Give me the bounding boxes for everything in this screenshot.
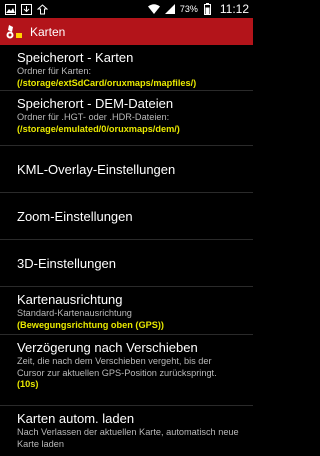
upload-notification-icon (36, 3, 48, 15)
wifi-icon (147, 3, 160, 15)
setting-kml-overlay[interactable]: KML-Overlay-Einstellungen (0, 146, 253, 193)
setting-title: 3D-Einstellungen (17, 255, 117, 271)
download-notification-icon (20, 3, 32, 15)
signal-icon (164, 3, 176, 15)
setting-3d[interactable]: 3D-Einstellungen (0, 240, 253, 287)
setting-title: Verzögerung nach Verschieben (17, 340, 198, 355)
settings-list: Speicherort - Karten Ordner für Karten: … (0, 45, 253, 456)
setting-value: (10s) (17, 379, 39, 389)
battery-percentage: 73% (179, 4, 198, 14)
image-notification-icon (4, 3, 16, 15)
setting-auto-load-maps[interactable]: Karten autom. laden Nach Verlassen der a… (0, 406, 253, 456)
setting-value: (/storage/emulated/0/oruxmaps/dem/) (17, 123, 180, 134)
setting-title: Kartenausrichtung (17, 292, 123, 307)
app-bar: Karten (0, 18, 253, 45)
setting-title: Zoom-Einstellungen (17, 208, 133, 224)
clock: 11:12 (219, 2, 249, 16)
setting-title: Speicherort - Karten (17, 50, 134, 65)
setting-summary: Nach Verlassen der aktuellen Karte, auto… (17, 427, 239, 449)
setting-zoom[interactable]: Zoom-Einstellungen (0, 193, 253, 240)
setting-dem-storage[interactable]: Speicherort - DEM-Dateien Ordner für .HG… (0, 91, 253, 146)
setting-map-storage[interactable]: Speicherort - Karten Ordner für Karten: … (0, 45, 253, 91)
setting-summary: Zeit, die nach dem Verschieben vergeht, … (17, 356, 217, 378)
setting-summary: Ordner für .HGT- oder .HDR-Dateien: (17, 112, 170, 122)
setting-title: Speicherort - DEM-Dateien (17, 96, 174, 111)
system-icons: 73% 11:12 (147, 2, 249, 16)
setting-value: (/storage/extSdCard/oruxmaps/mapfiles/) (17, 77, 197, 88)
setting-title: Karten autom. laden (17, 411, 135, 426)
setting-value: (Bewegungsrichtung oben (GPS)) (17, 319, 164, 330)
setting-title: KML-Overlay-Einstellungen (17, 161, 176, 177)
page-title: Karten (30, 24, 66, 39)
setting-summary: Ordner für Karten: (17, 66, 92, 76)
status-bar: 73% 11:12 (0, 0, 253, 18)
notification-icons (4, 3, 48, 15)
setting-summary: Standard-Kartenausrichtung (17, 308, 132, 318)
setting-scroll-delay[interactable]: Verzögerung nach Verschieben Zeit, die n… (0, 335, 253, 406)
battery-icon (202, 3, 214, 15)
app-logo-icon[interactable] (4, 23, 24, 41)
setting-map-orientation[interactable]: Kartenausrichtung Standard-Kartenausrich… (0, 287, 253, 335)
